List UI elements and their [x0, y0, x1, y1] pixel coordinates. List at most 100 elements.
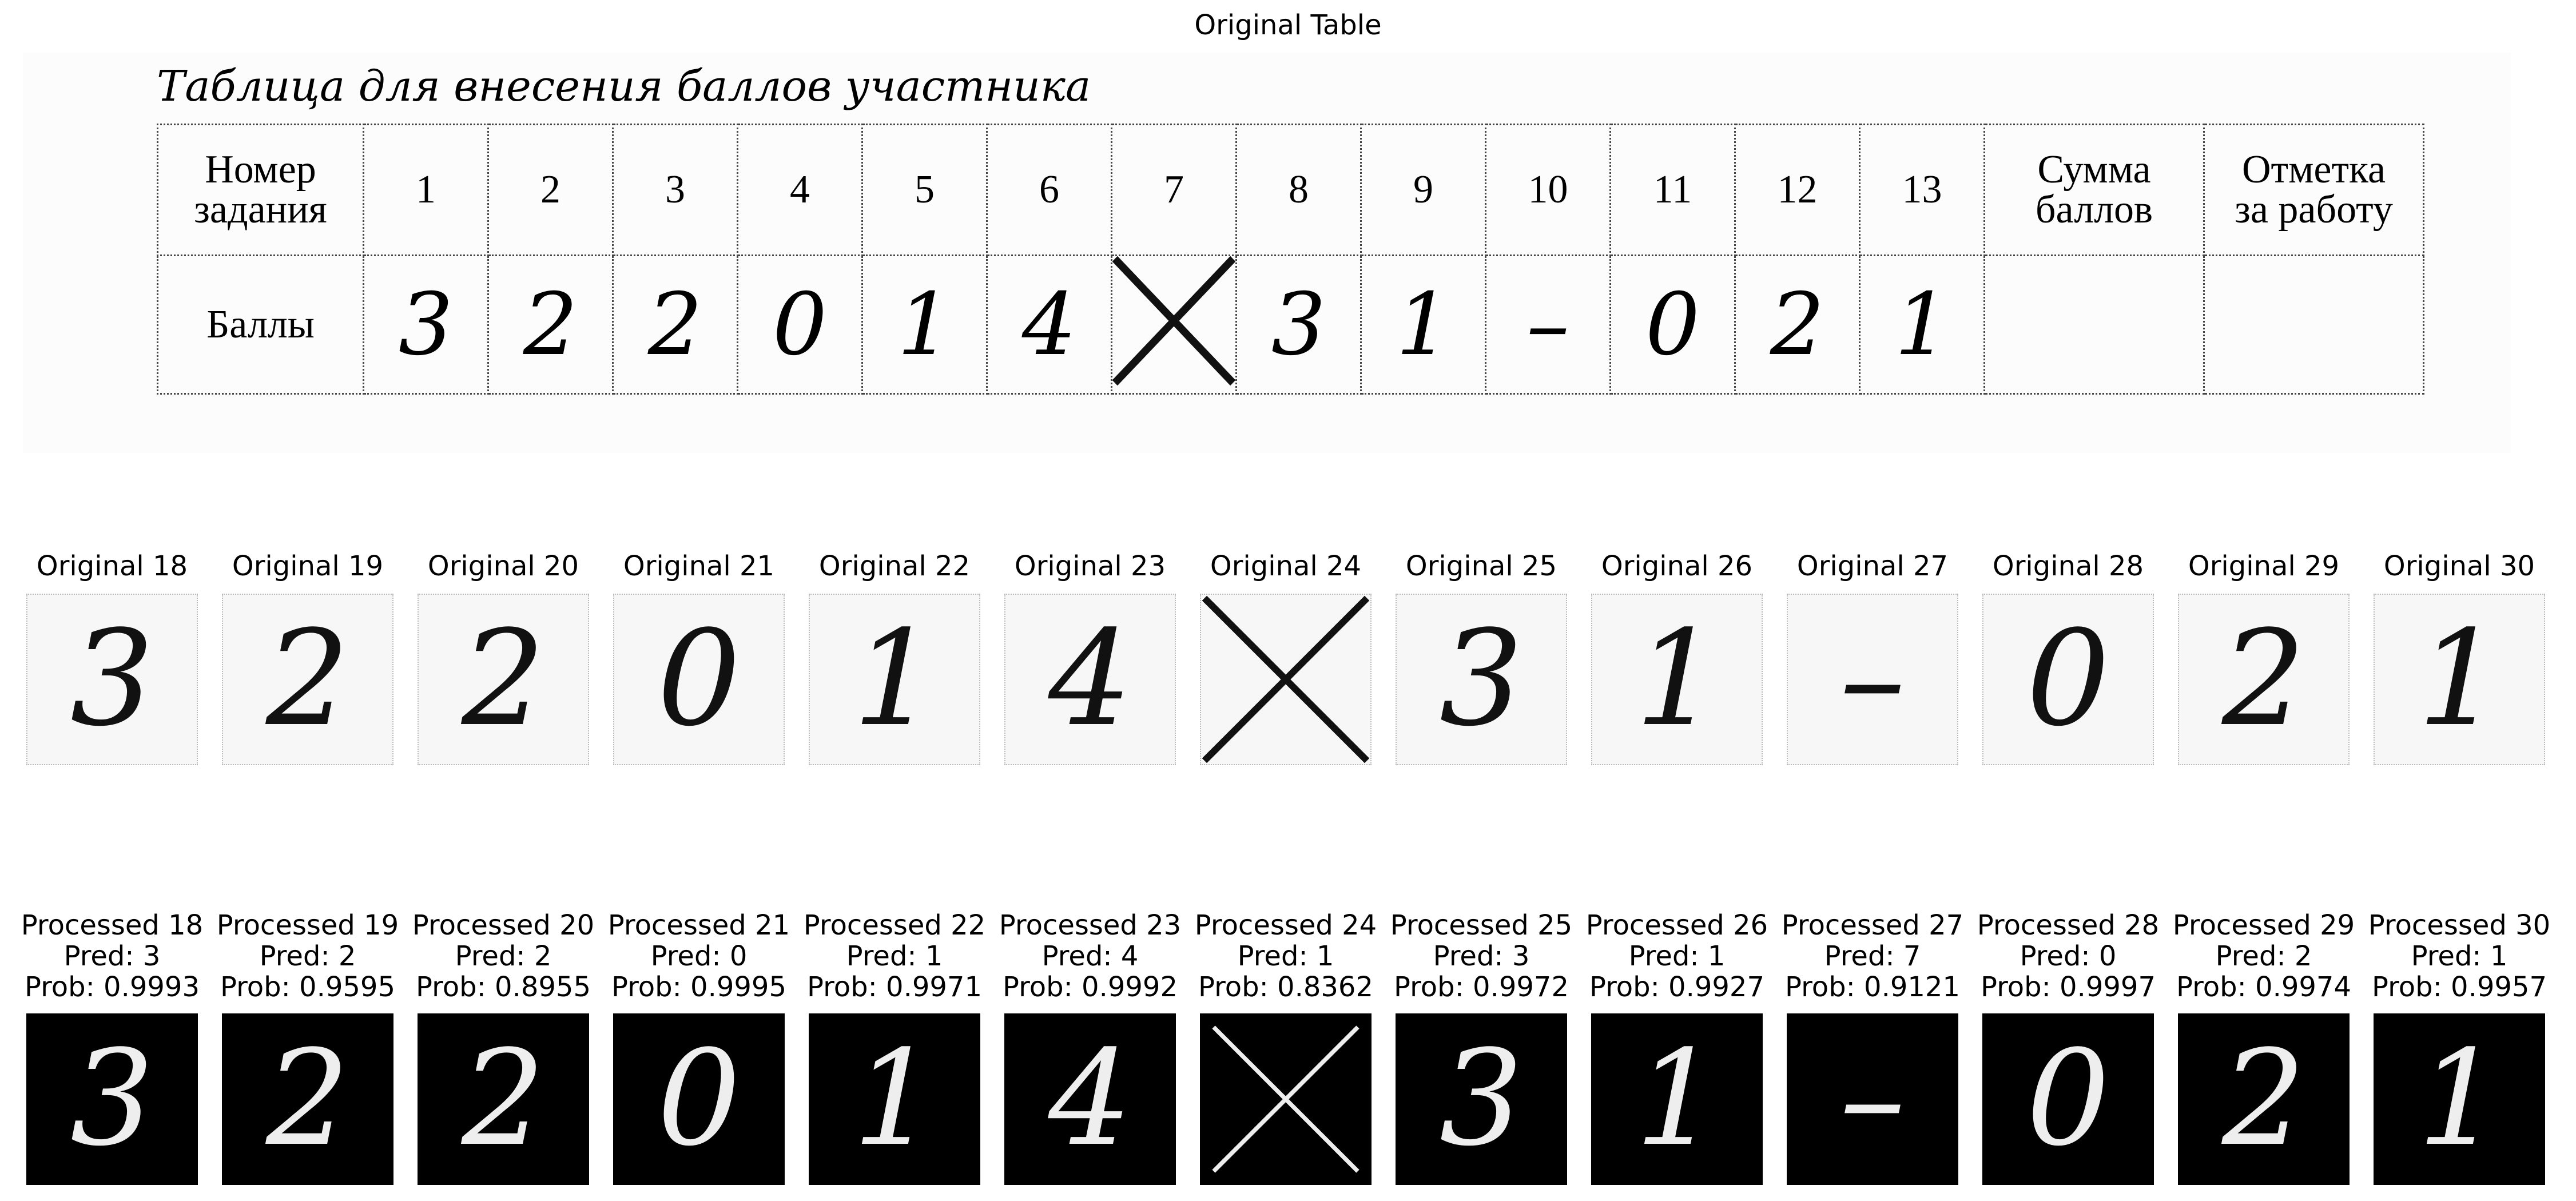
- task-number-cell: 12: [1734, 124, 1861, 256]
- processed-crop-label: Processed 24: [1194, 909, 1377, 941]
- original-crop-label: Original 29: [2188, 550, 2340, 582]
- processed-crop-caption: Processed 21 Pred: 0 Prob: 0.9995: [601, 910, 797, 1003]
- probability-text: Prob: 0.9997: [1981, 971, 2156, 1003]
- processed-crop-caption: Processed 23 Pred: 4 Prob: 0.9992: [992, 910, 1188, 1003]
- cross-mark-icon: [1212, 1025, 1359, 1173]
- processed-crop-caption: Processed 30 Pred: 1 Prob: 0.9957: [2362, 910, 2557, 1003]
- processed-digit: 0: [657, 1023, 741, 1175]
- handwritten-score: 1: [1894, 275, 1950, 375]
- processed-crop-caption: Processed 25 Pred: 3 Prob: 0.9972: [1384, 910, 1579, 1003]
- cross-mark-icon: [1112, 256, 1236, 386]
- processed-crop-caption: Processed 29 Pred: 2 Prob: 0.9974: [2166, 910, 2362, 1003]
- processed-crop-image: 2: [2178, 1013, 2350, 1185]
- processed-crop-image: [1200, 1013, 1372, 1185]
- task-number-cell: 1: [363, 124, 489, 256]
- processed-crop-caption: Processed 22 Pred: 1 Prob: 0.9971: [797, 910, 992, 1003]
- processed-crop-caption: Processed 20 Pred: 2 Prob: 0.8955: [406, 910, 601, 1003]
- probability-text: Prob: 0.9974: [2176, 971, 2351, 1003]
- probability-text: Prob: 0.9927: [1589, 971, 1764, 1003]
- task-number-cell: 10: [1485, 124, 1611, 256]
- score-cell: [1111, 254, 1237, 395]
- score-cell: 4: [986, 254, 1112, 395]
- handwritten-score: 3: [1271, 275, 1326, 375]
- original-crop-label: Original 21: [623, 550, 775, 582]
- original-crop-label: Original 27: [1796, 550, 1949, 582]
- original-crop-image: 4: [1004, 594, 1176, 765]
- mark-header: Отметка за работу: [2203, 124, 2424, 256]
- task-number-cell: 9: [1360, 124, 1486, 256]
- original-crop-image: 3: [26, 594, 198, 765]
- prediction-text: Pred: 3: [63, 940, 161, 972]
- sum-header: Сумма баллов: [1983, 124, 2205, 256]
- task-number-cell: 6: [986, 124, 1112, 256]
- processed-crop-caption: Processed 27 Pred: 7 Prob: 0.9121: [1775, 910, 1970, 1003]
- original-crop-image: 0: [613, 594, 785, 765]
- processed-crop-label: Processed 22: [803, 909, 986, 941]
- original-crop-image: –: [1787, 594, 1958, 765]
- prediction-text: Pred: 1: [2411, 940, 2508, 972]
- probability-text: Prob: 0.8362: [1198, 971, 1373, 1003]
- probability-text: Prob: 0.9992: [1003, 971, 1178, 1003]
- score-cell: 1: [1859, 254, 1985, 395]
- task-number-header-line1: Номер: [205, 148, 316, 192]
- original-crop-label: Original 23: [1014, 550, 1166, 582]
- scan-caption: Таблица для внесения баллов участника: [157, 62, 1091, 111]
- score-table: Номер задания 1 2 3 4 5 6 7 8 9 10 11 12 13 Сумма балл…: [157, 124, 2424, 395]
- prediction-text: Pred: 0: [2020, 940, 2117, 972]
- sum-header-line1: Сумма: [2037, 148, 2151, 192]
- handwritten-digit: 1: [1635, 603, 1719, 755]
- score-cell: 1: [1360, 254, 1486, 395]
- handwritten-score: 0: [772, 275, 828, 375]
- prediction-text: Pred: 0: [650, 940, 748, 972]
- mark-header-line1: Отметка: [2241, 148, 2386, 192]
- score-cell: –: [1485, 254, 1611, 395]
- probability-text: Prob: 0.9595: [220, 971, 395, 1003]
- original-crop-image: 1: [2374, 594, 2545, 765]
- processed-crop-image: 3: [26, 1013, 198, 1185]
- probability-text: Prob: 0.9957: [2372, 971, 2547, 1003]
- score-row-header: Баллы: [157, 254, 364, 395]
- score-cell: 1: [861, 254, 988, 395]
- sum-header-line2: баллов: [2035, 188, 2153, 232]
- original-crop-label: Original 20: [427, 550, 579, 582]
- handwritten-digit: –: [1839, 603, 1906, 755]
- score-cell: 0: [1609, 254, 1736, 395]
- original-crop-label: Original 28: [1992, 550, 2144, 582]
- original-crop-image: 1: [809, 594, 980, 765]
- figure-title: Original Table: [1194, 9, 1382, 41]
- probability-text: Prob: 0.9993: [25, 971, 200, 1003]
- processed-crop-label: Processed 26: [1585, 909, 1768, 941]
- handwritten-digit: 2: [461, 603, 546, 755]
- original-crop-image: 2: [222, 594, 393, 765]
- handwritten-score: 3: [398, 275, 454, 375]
- original-crop-image: 0: [1982, 594, 2154, 765]
- prediction-text: Pred: 2: [259, 940, 356, 972]
- processed-digit: 2: [2221, 1023, 2306, 1175]
- prediction-text: Pred: 3: [1433, 940, 1530, 972]
- original-crop-label: Original 24: [1210, 550, 1362, 582]
- task-number-cell: 4: [737, 124, 863, 256]
- score-cell: 0: [737, 254, 863, 395]
- sum-cell: [1983, 254, 2205, 395]
- processed-crop-label: Processed 21: [607, 909, 790, 941]
- task-number-cell: 11: [1609, 124, 1736, 256]
- processed-crop-label: Processed 28: [1977, 909, 2160, 941]
- prediction-text: Pred: 4: [1041, 940, 1139, 972]
- processed-crop-caption: Processed 28 Pred: 0 Prob: 0.9997: [1970, 910, 2166, 1003]
- probability-text: Prob: 0.9972: [1394, 971, 1569, 1003]
- processed-digit: 2: [461, 1023, 546, 1175]
- handwritten-digit: 1: [2417, 603, 2502, 755]
- prediction-text: Pred: 2: [455, 940, 552, 972]
- score-cell: 3: [363, 254, 489, 395]
- handwritten-score: 1: [897, 275, 952, 375]
- processed-crop-image: 4: [1004, 1013, 1176, 1185]
- processed-crop-image: 2: [222, 1013, 393, 1185]
- original-crop-label: Original 25: [1405, 550, 1557, 582]
- score-cell: 2: [487, 254, 614, 395]
- processed-digit: 3: [1439, 1023, 1524, 1175]
- prediction-text: Pred: 1: [846, 940, 943, 972]
- probability-text: Prob: 0.9971: [807, 971, 982, 1003]
- processed-crop-image: 1: [2374, 1013, 2545, 1185]
- handwritten-score: 2: [647, 275, 703, 375]
- prediction-text: Pred: 1: [1237, 940, 1334, 972]
